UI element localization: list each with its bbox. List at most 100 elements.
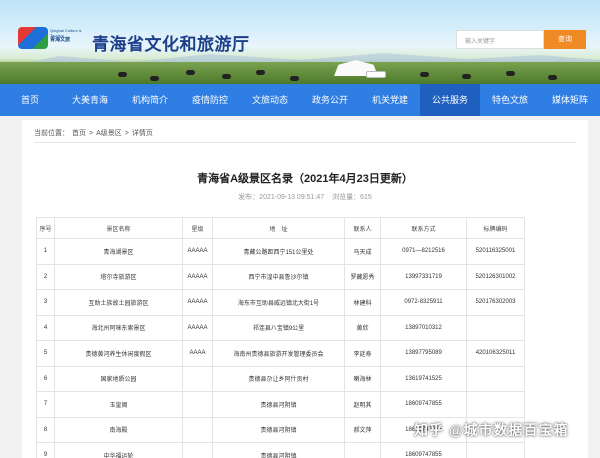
table-cell: 祁连县八宝镇9公里 [212,314,345,341]
logo-text: Qinghai Culture & Tourism 青海文旅 [50,28,90,43]
yak-graphic [290,76,299,81]
main-nav: 首页 大美青海 机构简介 疫情防控 文旅动态 政务公开 机关党建 公共服务 特色文旅 媒体矩阵 [0,84,600,116]
table-row: 5 贵德黄河养生休闲度假区 AAAA 海南州贵德县旅游开发管理委员会 李廷寿 138977… [36,340,525,367]
table-cell: 8 [36,416,55,443]
table-cell: 马天成 [344,238,381,265]
yak-graphic [186,70,195,75]
table-cell [466,391,525,418]
table-cell: 520126301002 [466,263,525,290]
nav-item[interactable]: 机关党建 [360,84,420,116]
article-meta: 发布：2021-09-13 09:51:47 浏览量：615 [22,192,588,202]
table-cell: 贵德县尕让乡阿什贡村 [212,365,345,392]
table-row: 7 玉皇阁 贵德县河阴镇 赵明其 18609747855 [36,391,525,418]
table-cell: 0972-8325911 [380,289,467,316]
site-title[interactable]: 青海省文化和旅游厅 [92,30,250,55]
table-cell: 9 [36,442,55,458]
table-row: 9 中华福运轮 贵德县河阴镇 18609747855 [36,442,525,458]
breadcrumb-separator: > [89,130,94,137]
table-cell: 林建科 [344,289,381,316]
nav-item[interactable]: 特色文旅 [480,84,540,116]
table-row: 6 国家地质公园 贵德县尕让乡阿什贡村 喇海林 13619741525 [36,365,525,392]
table-cell: 喇海林 [344,365,381,392]
yak-graphic [222,74,231,79]
table-cell [466,442,525,458]
nav-item[interactable]: 政务公开 [300,84,360,116]
table-cell: 13997331719 [380,263,467,290]
table-cell: 7 [36,391,55,418]
table-cell: 3 [36,289,55,316]
table-cell: 玉皇阁 [54,391,183,418]
article-title: 青海省A级景区名录（2021年4月23日更新） [197,173,413,185]
nav-item[interactable]: 机构简介 [120,84,180,116]
table-cell: 国家地质公园 [54,365,183,392]
watermark: 知乎 @城市数据百宝箱 [414,422,569,438]
table-cell: 18609747855 [380,442,467,458]
table-cell: 互助土族故土园旅游区 [54,289,183,316]
table-cell: 西宁市湟中县鲁沙尔镇 [212,263,345,290]
yak-graphic [548,75,557,80]
site-logo-icon[interactable] [18,27,48,49]
yak-graphic [118,72,127,77]
search-button[interactable]: 查询 [544,30,586,49]
column-header: 联系人 [344,217,381,239]
table-cell: AAAAA [182,314,213,341]
table-cell: 郝文萍 [344,416,381,443]
breadcrumb-home-link[interactable]: 首页 [72,130,86,137]
column-header: 序号 [36,217,55,239]
breadcrumb-current: 详情页 [131,130,153,137]
nav-item[interactable]: 文旅动态 [240,84,300,116]
table-cell: 塔尔寺旅游区 [54,263,183,290]
table-header-row: 序号 景区名称 星级地 址联系人 联系方式 标牌编码 [36,217,525,239]
table-cell: 18609747855 [380,391,467,418]
table-cell: 南海殿 [54,416,183,443]
nav-item[interactable]: 公共服务 [420,84,480,116]
table-cell: 520116325001 [466,238,525,265]
table-cell: 青海湖景区 [54,238,183,265]
table-cell: 中华福运轮 [54,442,183,458]
car-graphic [366,71,386,78]
table-cell: 贵德黄河养生休闲度假区 [54,340,183,367]
publish-date: 发布：2021-09-13 09:51:47 [238,194,325,201]
table-cell: 贵德县河阴镇 [212,391,345,418]
header-banner: Qinghai Culture & Tourism 青海文旅 青海省文化和旅游厅… [0,0,600,84]
search-input[interactable]: 输入关键字 [456,30,544,49]
table-cell: 0971—8212516 [380,238,467,265]
table-cell [466,365,525,392]
content-panel: 当前位置： 首页 > A级景区 > 详情页 青海省A级景区名录（2021年4月23日更新）… [22,120,588,458]
table-cell: 海北州阿咪东索景区 [54,314,183,341]
column-header: 标牌编码 [466,217,525,239]
table-cell: 520176302003 [466,289,525,316]
table-cell: 赵明其 [344,391,381,418]
logo-text-cn: 青海文旅 [50,37,71,43]
nav-item[interactable]: 媒体矩阵 [540,84,600,116]
yak-graphic [462,74,471,79]
table-cell: 5 [36,340,55,367]
nav-item[interactable]: 大美青海 [60,84,120,116]
table-cell: AAAAA [182,263,213,290]
breadcrumb-category-link[interactable]: A级景区 [96,130,122,137]
divider [34,142,576,143]
nav-item[interactable]: 疫情防控 [180,84,240,116]
table-cell: 2 [36,263,55,290]
table-cell: 海南州贵德县旅游开发管理委员会 [212,340,345,367]
table-cell: 13897010312 [380,314,467,341]
table-cell: 黄欣 [344,314,381,341]
view-count: 浏览量：615 [332,194,372,201]
column-header: 星级 [182,217,213,239]
nav-item[interactable]: 首页 [0,84,60,116]
table-cell: AAAA [182,340,213,367]
column-header: 景区名称 [54,217,183,239]
column-header: 地 址 [212,217,345,239]
breadcrumb: 当前位置： 首页 > A级景区 > 详情页 [34,128,156,138]
column-header: 联系方式 [380,217,467,239]
table-cell: 13897795089 [380,340,467,367]
table-cell: 李廷寿 [344,340,381,367]
table-cell [182,365,213,392]
table-cell: 6 [36,365,55,392]
table-cell: 420106325011 [466,340,525,367]
yak-graphic [256,70,265,75]
table-row: 4 海北州阿咪东索景区 AAAAA 祁连县八宝镇9公里 黄欣 13897010312 [36,314,525,341]
yak-graphic [506,71,515,76]
table-row: 2 塔尔寺旅游区 AAAAA 西宁市湟中县鲁沙尔镇 罗藏愿秀 13997331719 520… [36,263,525,290]
table-cell [466,314,525,341]
